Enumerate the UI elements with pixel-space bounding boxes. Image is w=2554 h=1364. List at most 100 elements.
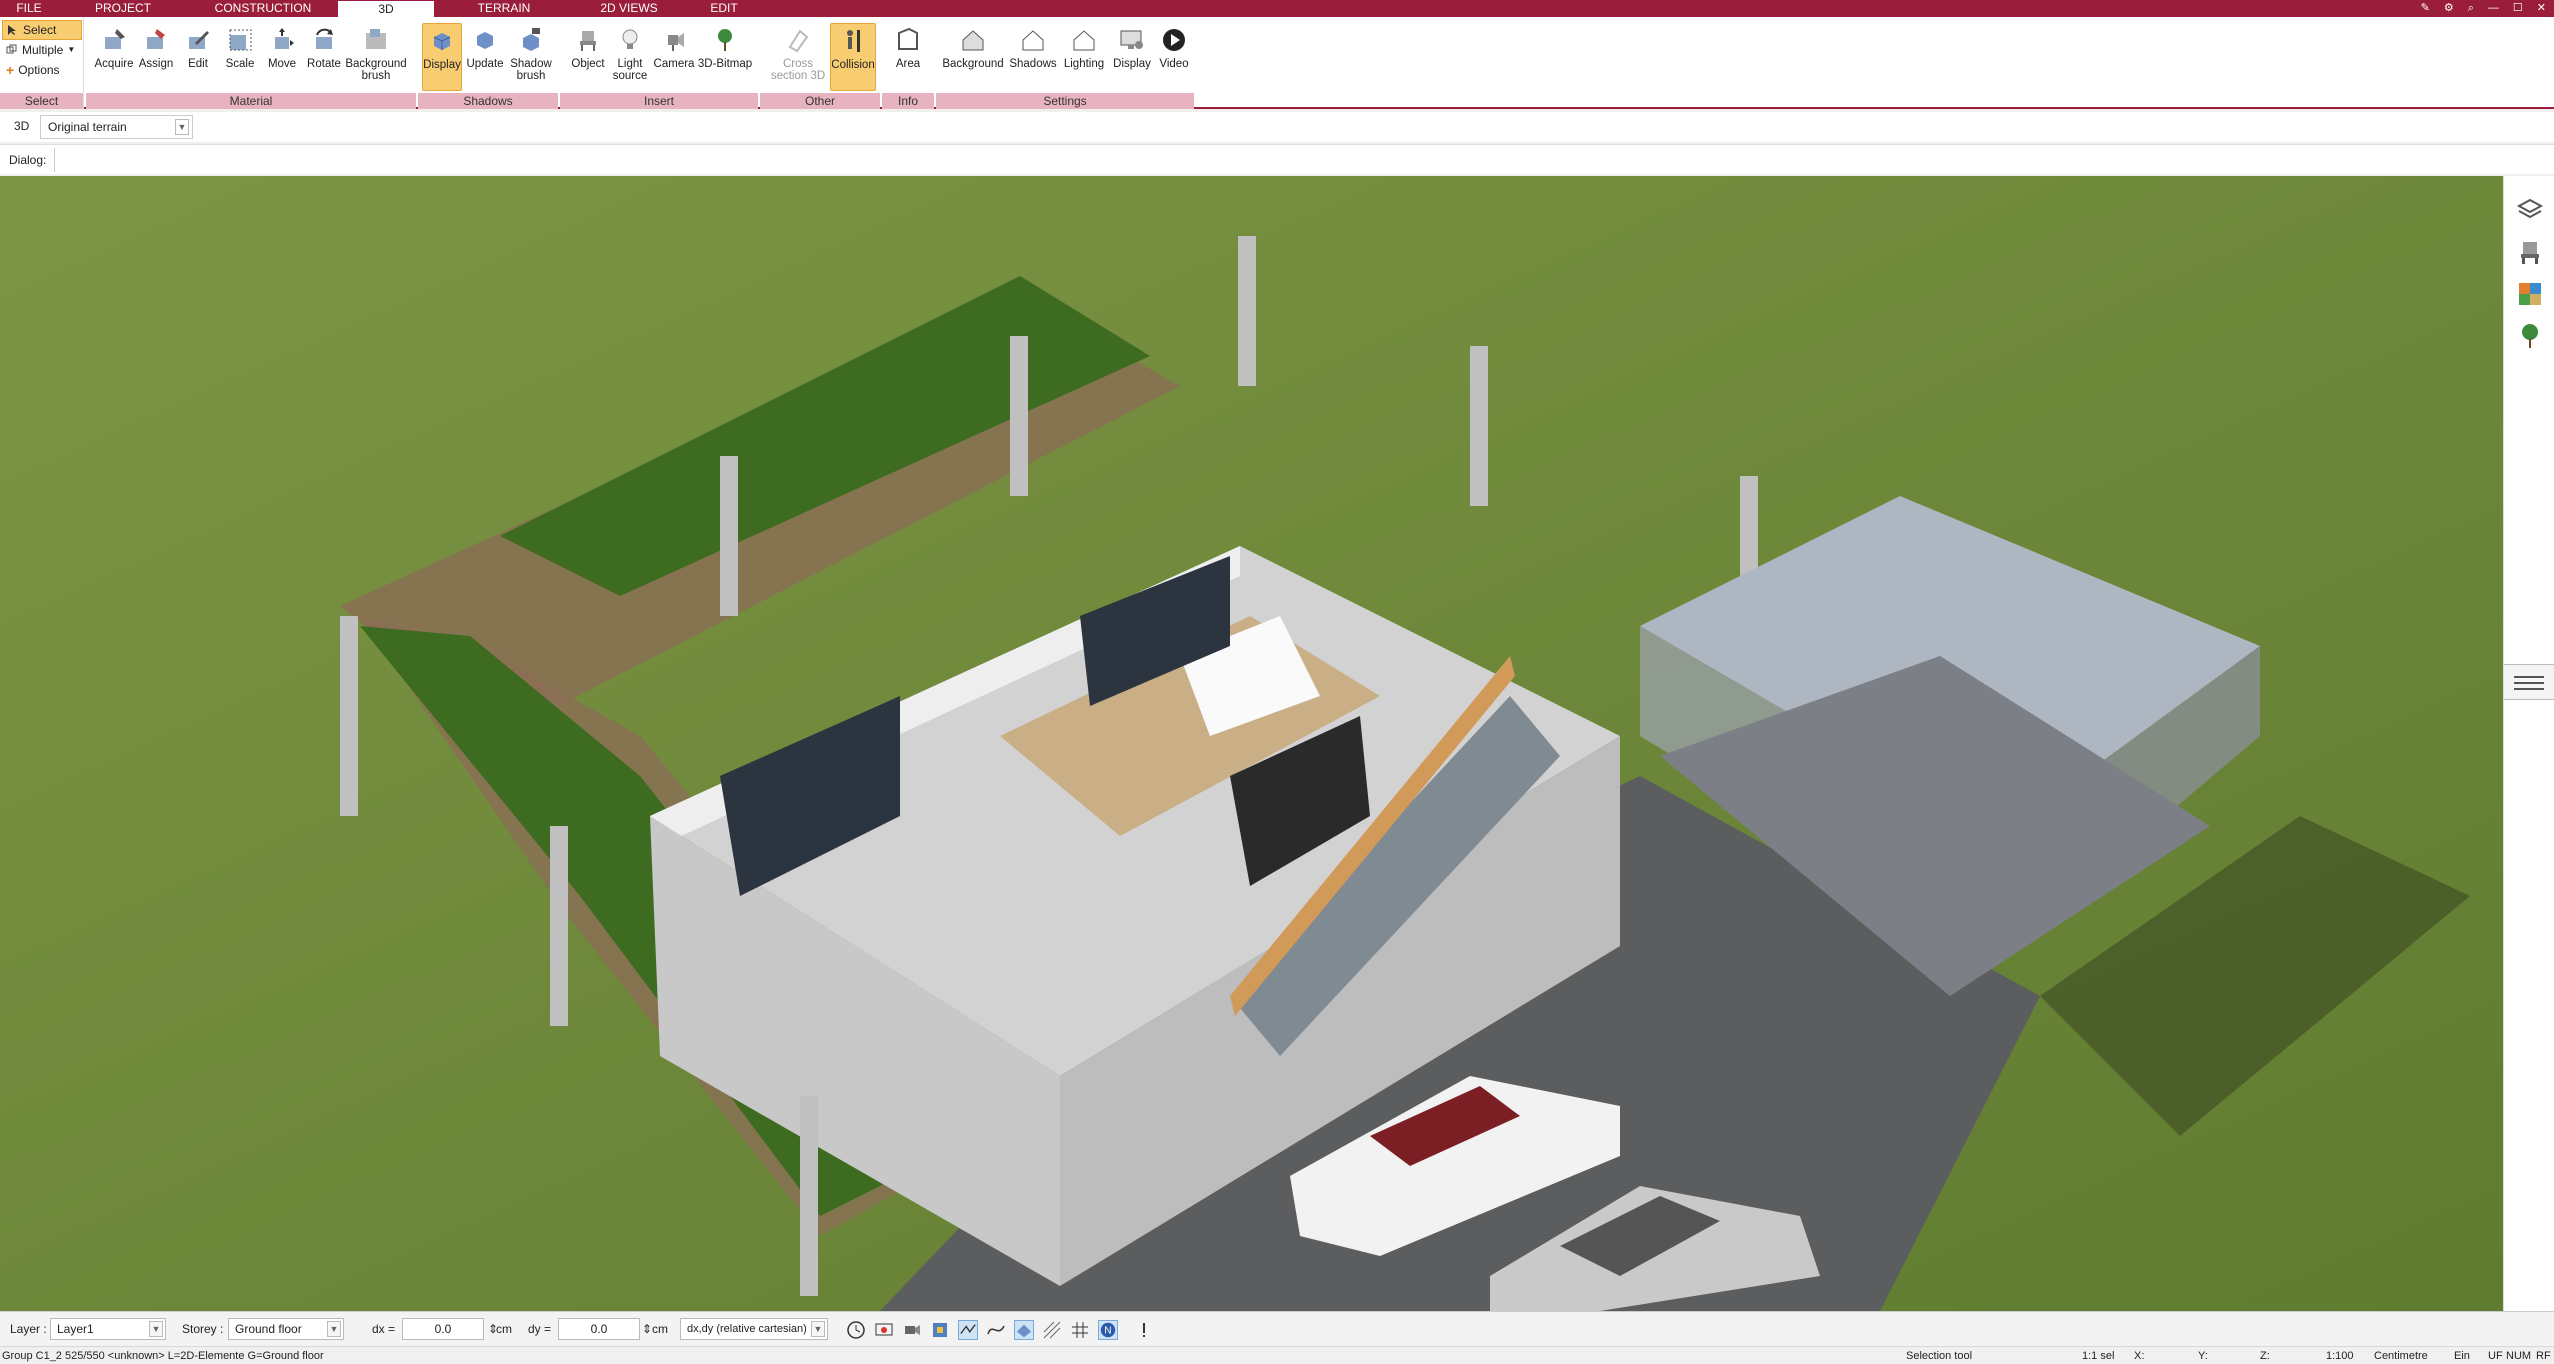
status-rf: RF <box>2536 1350 2551 1362</box>
cursor-icon <box>8 25 16 35</box>
tab-file[interactable]: FILE <box>0 0 58 17</box>
insert-object-button[interactable]: Object <box>566 23 610 91</box>
collision-button[interactable]: Collision <box>830 23 876 91</box>
move-button[interactable]: Move <box>260 23 304 91</box>
grid-icon[interactable] <box>1070 1320 1090 1340</box>
scale-icon <box>229 29 252 51</box>
maximize-icon[interactable]: ☐ <box>2513 0 2523 17</box>
view-bar: 3D Original terrain ▼ <box>0 112 2554 142</box>
shadows-display-button[interactable]: Display <box>422 23 462 91</box>
dy-label: dy = <box>528 1322 552 1336</box>
area-button[interactable]: Area <box>886 23 930 91</box>
background-settings-button[interactable]: Background <box>940 23 1006 91</box>
tools-icon[interactable]: ✎ <box>2421 0 2430 17</box>
terrain-select[interactable]: Original terrain ▼ <box>40 115 193 139</box>
chevron-down-icon: ▼ <box>149 1321 163 1337</box>
acquire-button[interactable]: Acquire <box>92 23 136 91</box>
storey-label: Storey : <box>182 1322 224 1336</box>
assign-button[interactable]: Assign <box>134 23 178 91</box>
layers-icon[interactable] <box>2516 196 2544 224</box>
camera-label: Camera <box>653 58 695 70</box>
tree-bitmap-icon <box>718 29 732 51</box>
screen-capture-icon[interactable] <box>874 1320 894 1340</box>
tab-project[interactable]: PROJECT <box>58 0 188 17</box>
status-z: Z: <box>2260 1350 2270 1362</box>
tab-construction[interactable]: CONSTRUCTION <box>188 0 338 17</box>
options-button[interactable]: + Options <box>2 60 82 80</box>
select-label: Select <box>23 23 57 37</box>
bottom-toolbar: Layer : Layer1 ▼ Storey : Ground floor ▼… <box>0 1311 2554 1346</box>
layer-select[interactable]: Layer1 ▼ <box>50 1318 166 1340</box>
shadows-update-label: Update <box>466 58 504 70</box>
cross-section-3d-button[interactable]: Cross section 3D <box>770 23 826 91</box>
lighting-settings-button[interactable]: Lighting <box>1060 23 1108 91</box>
monitor-icon <box>1120 30 1143 49</box>
exclamation-icon[interactable] <box>1134 1320 1154 1340</box>
assign-label: Assign <box>138 58 174 70</box>
ribbon-group-select: Select Multiple ▼ + Options Select <box>0 17 84 109</box>
3d-viewport[interactable] <box>0 176 2503 1311</box>
rotate-label: Rotate <box>307 58 341 70</box>
render-icon[interactable] <box>930 1320 950 1340</box>
furniture-icon[interactable] <box>2516 238 2544 266</box>
tab-2d-views[interactable]: 2D VIEWS <box>574 0 684 17</box>
panel-collapse-handle[interactable] <box>2504 664 2554 700</box>
settings-icon[interactable]: ⚙ <box>2444 0 2454 17</box>
acquire-label: Acquire <box>94 58 134 70</box>
move-icon <box>275 28 294 49</box>
camera-view-icon[interactable] <box>902 1320 922 1340</box>
background-brush-button[interactable]: Background brush <box>344 23 408 91</box>
plants-icon[interactable] <box>2516 322 2544 350</box>
north-icon[interactable]: N <box>1098 1320 1118 1340</box>
right-side-panel <box>2503 176 2554 1311</box>
object-label: Object <box>571 58 605 70</box>
status-x: X: <box>2134 1350 2145 1362</box>
dialog-separator <box>54 148 55 172</box>
dy-stepper[interactable]: ⇕ <box>642 1322 652 1336</box>
snap-line-icon[interactable] <box>958 1320 978 1340</box>
lighting-label: Lighting <box>1063 58 1105 70</box>
status-bar: Group C1_2 525/550 <unknown> L=2D-Elemen… <box>0 1346 2554 1364</box>
lightbulb-icon <box>622 29 638 49</box>
hamburger-icon <box>2514 676 2544 690</box>
insert-3d-bitmap-button[interactable]: 3D-Bitmap <box>696 23 754 91</box>
shadows-update-button[interactable]: Update <box>464 23 506 91</box>
search-icon[interactable]: ⌕ <box>2468 0 2474 17</box>
clock-icon[interactable] <box>846 1320 866 1340</box>
tab-3d[interactable]: 3D <box>338 0 434 17</box>
edit-material-button[interactable]: Edit <box>176 23 220 91</box>
dy-value: 0.0 <box>590 1322 608 1336</box>
snap-curve-icon[interactable] <box>986 1320 1006 1340</box>
tab-edit[interactable]: EDIT <box>684 0 764 17</box>
move-label: Move <box>267 58 297 70</box>
coordinate-mode-value: dx,dy (relative cartesian) <box>687 1323 807 1335</box>
shadow-brush-button[interactable]: Shadow brush <box>508 23 554 91</box>
insert-camera-button[interactable]: Camera <box>652 23 696 91</box>
minimize-icon[interactable]: — <box>2488 0 2499 17</box>
dialog-bar: Dialog: <box>0 144 2554 174</box>
select-button[interactable]: Select <box>2 20 82 40</box>
video-button[interactable]: Video <box>1156 23 1192 91</box>
ribbon-group-settings: Background Shadows Lighting Display Vide… <box>936 17 1194 109</box>
snap-surface-icon[interactable] <box>1014 1320 1034 1340</box>
svg-text:N: N <box>1104 1326 1111 1337</box>
scale-button[interactable]: Scale <box>218 23 262 91</box>
cube-update-icon <box>477 32 493 49</box>
rotate-button[interactable]: Rotate <box>302 23 346 91</box>
window-controls: ✎ ⚙ ⌕ — ☐ ✕ <box>2421 0 2554 17</box>
shadows-settings-button[interactable]: Shadows <box>1008 23 1058 91</box>
display-settings-button[interactable]: Display <box>1110 23 1154 91</box>
house-lighting-icon <box>1073 30 1095 51</box>
tab-terrain[interactable]: TERRAIN <box>434 0 574 17</box>
status-scale: 1:100 <box>2326 1350 2354 1362</box>
hatch-icon[interactable] <box>1042 1320 1062 1340</box>
close-icon[interactable]: ✕ <box>2537 0 2546 17</box>
dx-input[interactable]: 0.0 <box>402 1318 484 1340</box>
group-label-info: Info <box>882 93 934 109</box>
materials-icon[interactable] <box>2516 280 2544 308</box>
coordinate-mode-select[interactable]: dx,dy (relative cartesian) ▼ <box>680 1318 828 1340</box>
dy-input[interactable]: 0.0 <box>558 1318 640 1340</box>
insert-light-source-button[interactable]: Light source <box>608 23 652 91</box>
storey-select[interactable]: Ground floor ▼ <box>228 1318 344 1340</box>
multiple-button[interactable]: Multiple ▼ <box>2 40 82 60</box>
